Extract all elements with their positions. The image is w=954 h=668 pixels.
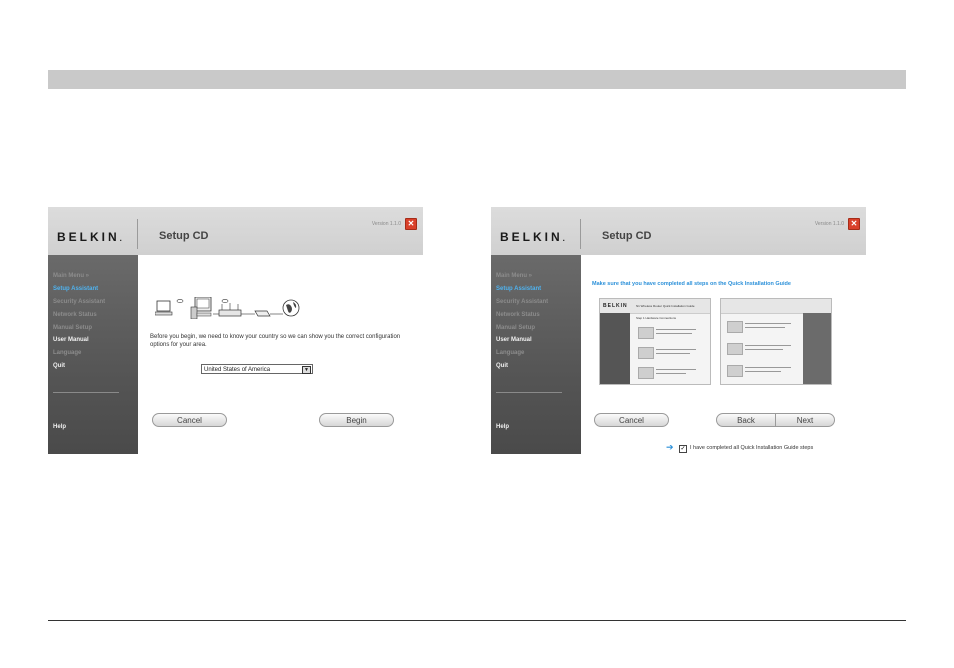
page-footer-rule <box>48 620 906 621</box>
text-line <box>656 369 696 370</box>
sidebar-item-help[interactable]: Help <box>53 424 66 430</box>
sidebar-item-language[interactable]: Language <box>496 350 524 356</box>
sidebar-item-user-manual[interactable]: User Manual <box>496 337 532 343</box>
sidebar-item-quit[interactable]: Quit <box>496 363 508 369</box>
belkin-logo: BELKIN. <box>500 230 565 244</box>
back-button[interactable]: Back <box>716 413 776 427</box>
router-image <box>638 367 654 379</box>
close-icon[interactable]: ✕ <box>848 218 860 230</box>
text-line <box>656 329 696 330</box>
router-image <box>638 327 654 339</box>
setup-window-guide: BELKIN. Setup CD Version 1.1.0 ✕ Main Me… <box>491 207 866 454</box>
sidebar-item-manual-setup[interactable]: Manual Setup <box>53 325 92 331</box>
sidebar-item-setup-assistant[interactable]: Setup Assistant <box>496 286 541 292</box>
country-select-value: United States of America <box>204 367 271 373</box>
cancel-button[interactable]: Cancel <box>152 413 227 427</box>
guide-logo: BELKIN <box>603 303 628 309</box>
next-button[interactable]: Next <box>775 413 835 427</box>
country-select[interactable]: United States of America ▼ <box>201 364 313 374</box>
main-content: Before you begin, we need to know your c… <box>138 255 423 454</box>
text-line <box>656 373 686 374</box>
sidebar: Main Menu » Setup Assistant Security Ass… <box>491 255 581 454</box>
window-header: BELKIN. Setup CD Version 1.1.0 ✕ <box>491 207 866 255</box>
text-line <box>656 353 690 354</box>
guide-step-title: Step 1 Hardware Connections <box>636 316 677 320</box>
sidebar-item-language[interactable]: Language <box>53 350 81 356</box>
guide-complete-checkbox[interactable]: ✓ <box>679 445 687 453</box>
window-title: Setup CD <box>602 230 652 242</box>
guide-page-right-panel <box>803 313 831 384</box>
sidebar-item-security-assistant[interactable]: Security Assistant <box>496 299 548 305</box>
intro-paragraph: Before you begin, we need to know your c… <box>150 334 401 348</box>
guide-title: N1 Wireless Router Quick Installation Gu… <box>636 304 695 308</box>
quick-install-guide-page-2 <box>720 298 832 385</box>
guide-heading: Make sure that you have completed all st… <box>592 281 791 287</box>
arrow-right-icon: ➔ <box>666 442 674 452</box>
chevron-down-icon[interactable]: ▼ <box>302 366 311 374</box>
main-content: Make sure that you have completed all st… <box>581 255 866 454</box>
router-image <box>727 365 743 377</box>
begin-button[interactable]: Begin <box>319 413 394 427</box>
guide-page-header: BELKIN N1 Wireless Router Quick Installa… <box>600 299 710 314</box>
sidebar-divider <box>53 392 119 393</box>
header-divider <box>580 219 581 249</box>
sidebar-item-network-status[interactable]: Network Status <box>496 312 540 318</box>
sidebar-item-main-menu[interactable]: Main Menu » <box>53 273 89 279</box>
guide-page-sidebar <box>600 313 630 384</box>
window-title: Setup CD <box>159 230 209 242</box>
page-header-bar <box>48 70 906 89</box>
text-line <box>745 323 791 324</box>
setup-window-country: BELKIN. Setup CD Version 1.1.0 ✕ Main Me… <box>48 207 423 454</box>
belkin-logo: BELKIN. <box>57 230 122 244</box>
network-diagram-icon <box>155 297 300 319</box>
quick-install-guide-page-1: BELKIN N1 Wireless Router Quick Installa… <box>599 298 711 385</box>
router-image <box>638 347 654 359</box>
sidebar-item-manual-setup[interactable]: Manual Setup <box>496 325 535 331</box>
close-icon[interactable]: ✕ <box>405 218 417 230</box>
text-line <box>656 333 692 334</box>
router-image <box>727 343 743 355</box>
guide-complete-label[interactable]: I have completed all Quick Installation … <box>690 445 813 451</box>
sidebar-item-quit[interactable]: Quit <box>53 363 65 369</box>
window-header: BELKIN. Setup CD Version 1.1.0 ✕ <box>48 207 423 255</box>
router-image <box>727 321 743 333</box>
text-line <box>745 349 783 350</box>
sidebar-item-user-manual[interactable]: User Manual <box>53 337 89 343</box>
sidebar: Main Menu » Setup Assistant Security Ass… <box>48 255 138 454</box>
text-line <box>745 371 781 372</box>
guide-page-header <box>721 299 831 314</box>
text-line <box>745 367 791 368</box>
sidebar-item-help[interactable]: Help <box>496 424 509 430</box>
header-divider <box>137 219 138 249</box>
text-line <box>745 327 785 328</box>
text-line <box>656 349 696 350</box>
sidebar-divider <box>496 392 562 393</box>
cancel-button[interactable]: Cancel <box>594 413 669 427</box>
sidebar-item-network-status[interactable]: Network Status <box>53 312 97 318</box>
version-label: Version 1.1.0 <box>814 221 844 227</box>
version-label: Version 1.1.0 <box>371 221 401 227</box>
sidebar-item-security-assistant[interactable]: Security Assistant <box>53 299 105 305</box>
sidebar-item-setup-assistant[interactable]: Setup Assistant <box>53 286 98 292</box>
sidebar-item-main-menu[interactable]: Main Menu » <box>496 273 532 279</box>
text-line <box>745 345 791 346</box>
